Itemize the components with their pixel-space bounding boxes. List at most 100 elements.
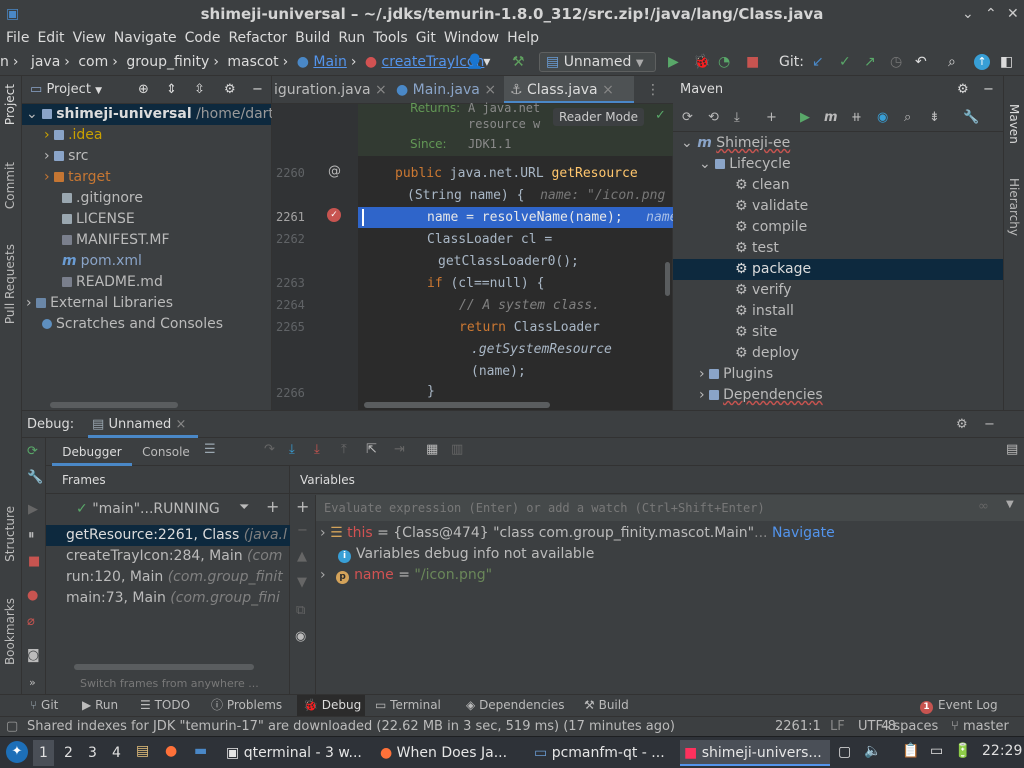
tree-item-idea[interactable]: › .idea (22, 125, 271, 146)
search-icon[interactable]: ⌕ (948, 50, 956, 74)
desktop-icon[interactable]: ▬ (194, 743, 207, 759)
run-to-cursor-icon[interactable]: ⇥ (394, 442, 405, 457)
tree-item-external-libraries[interactable]: › External Libraries (22, 293, 271, 314)
menu-navigate[interactable]: Navigate (110, 28, 181, 48)
reader-mode-button[interactable]: Reader Mode (553, 108, 644, 126)
update-icon[interactable]: ↑ (974, 54, 990, 70)
git-branch[interactable]: ⑂ master (951, 717, 1009, 736)
maven-goal-clean[interactable]: ⚙ clean (673, 175, 1003, 196)
line-separator[interactable]: LF (830, 717, 845, 736)
git-push-icon[interactable]: ↗ (864, 50, 876, 74)
tree-root[interactable]: ⌄ shimeji-universal /home/dartz (22, 104, 281, 125)
power-icon[interactable]: 🔋 (954, 743, 971, 759)
firefox-launcher-icon[interactable]: ● (165, 743, 177, 759)
clipboard-icon[interactable]: 📋 (902, 743, 919, 759)
mute-breakpoints-icon[interactable]: ⌀ (27, 614, 35, 629)
minimize-panel-icon[interactable]: − (252, 76, 263, 104)
menu-view[interactable]: View (69, 28, 110, 48)
close-tab-icon[interactable]: × (602, 82, 614, 98)
menu-edit[interactable]: Edit (33, 28, 68, 48)
status-toggle-icon[interactable]: ▢ (6, 717, 18, 736)
move-up-icon[interactable]: ▲ (297, 549, 307, 564)
project-view-selector[interactable]: Project (46, 82, 90, 97)
tree-item-gitignore[interactable]: .gitignore (22, 188, 271, 209)
frame-row[interactable]: getResource:2261, Class (java.l (46, 525, 290, 546)
collapse-icon[interactable]: ⇟ (929, 104, 940, 132)
step-into-icon[interactable]: ⤓ (289, 442, 295, 457)
run-config-select[interactable]: ▤ Unnamed ▼ (539, 52, 656, 72)
layout-icon[interactable]: ☰ (204, 442, 216, 457)
task-intellij[interactable]: ■ shimeji-univers... (680, 740, 830, 766)
menu-git[interactable]: Git (412, 28, 440, 48)
workspace-2[interactable]: 2 (58, 740, 79, 766)
breadcrumb-item[interactable]: java (31, 50, 60, 74)
tool-tab-pull-requests[interactable]: Pull Requests (3, 244, 17, 324)
maven-lifecycle-row[interactable]: ⌄ Lifecycle (673, 154, 1003, 175)
switch-frames-hint[interactable]: Switch frames from anywhere ... (80, 677, 259, 690)
vertical-scrollbar[interactable] (665, 262, 670, 296)
tool-tab-hierarchy[interactable]: Hierarchy (1007, 178, 1021, 236)
git-commit-icon[interactable]: ✓ (839, 50, 851, 74)
tool-tab-bookmarks[interactable]: Bookmarks (3, 598, 17, 665)
close-tab-icon[interactable]: × (175, 417, 186, 432)
clock[interactable]: 22:29 (982, 743, 1022, 759)
step-out-icon[interactable]: ⤒ (341, 442, 347, 457)
tray-window-icon[interactable]: ▢ (838, 744, 851, 760)
variable-name[interactable]: › p name = "/icon.png" (320, 565, 1024, 586)
tree-item-scratches[interactable]: Scratches and Consoles (22, 314, 271, 335)
frame-row[interactable]: run:120, Main (com.group_finit (46, 567, 290, 588)
view-breakpoints-icon[interactable]: ● (27, 588, 38, 603)
frame-row[interactable]: createTrayIcon:284, Main (com (46, 546, 290, 567)
settings-icon[interactable]: ◧ (1000, 50, 1013, 74)
move-down-icon[interactable]: ▼ (297, 575, 307, 590)
maven-goal-icon[interactable]: m (824, 104, 838, 132)
wrench-icon[interactable]: 🔧 (963, 104, 979, 132)
maven-plugins-row[interactable]: › Plugins (673, 364, 1003, 385)
maven-goal-deploy[interactable]: ⚙ deploy (673, 343, 1003, 364)
inspection-ok-icon[interactable]: ✓ (655, 108, 666, 123)
tree-item-pom[interactable]: m pom.xml (22, 251, 271, 272)
volume-icon[interactable]: 🔈 (864, 743, 881, 759)
tool-tab-debug[interactable]: 🐞 Debug (297, 695, 365, 716)
caret-position[interactable]: 2261:1 (775, 717, 821, 736)
tool-tab-problems[interactable]: ⓘ Problems (211, 695, 282, 716)
trace-icon[interactable]: ▥ (451, 442, 463, 457)
menu-file[interactable]: File (2, 28, 33, 48)
watch-glasses-icon[interactable]: ∞ (978, 499, 989, 514)
tool-tab-dependencies[interactable]: ◈ Dependencies (466, 695, 564, 716)
network-icon[interactable]: ▭ (930, 743, 943, 759)
maximize-icon[interactable]: ⌃ (985, 0, 997, 28)
add-icon[interactable]: + (266, 497, 279, 516)
locate-icon[interactable]: ⊕ (138, 76, 149, 104)
force-step-into-icon[interactable]: ⤓ (314, 442, 320, 457)
tool-tab-terminal[interactable]: ▭ Terminal (375, 695, 441, 716)
tree-item-license[interactable]: LICENSE (22, 209, 271, 230)
filter-icon[interactable]: ⏷ (239, 500, 249, 515)
status-message[interactable]: Shared indexes for JDK "temurin-17" are … (27, 717, 675, 736)
thread-select[interactable]: ✓ "main"...RUNNING (52, 498, 248, 520)
start-menu-icon[interactable]: ✦ (6, 741, 28, 763)
maven-goal-site[interactable]: ⚙ site (673, 322, 1003, 343)
maven-goal-verify[interactable]: ⚙ verify (673, 280, 1003, 301)
history-icon[interactable]: ◷ (890, 50, 902, 74)
override-marker-icon[interactable]: @ (328, 164, 341, 179)
minimize-panel-icon[interactable]: − (984, 411, 995, 438)
workspace-1[interactable]: 1 (33, 740, 54, 766)
navigate-link[interactable]: Navigate (772, 525, 835, 541)
editor-tab-class[interactable]: ⚓ Class.java × (504, 76, 634, 103)
collapse-all-icon[interactable]: ⇕ (166, 76, 177, 104)
user-icon[interactable]: 👤▾ (466, 50, 490, 74)
tool-tab-build[interactable]: ⚒ Build (584, 695, 629, 716)
menu-code[interactable]: Code (181, 28, 225, 48)
tool-tab-commit[interactable]: Commit (3, 162, 17, 209)
menu-refactor[interactable]: Refactor (224, 28, 291, 48)
stop-icon[interactable]: ■ (28, 554, 40, 569)
minimize-icon[interactable]: ⌄ (962, 0, 974, 28)
maven-goal-install[interactable]: ⚙ install (673, 301, 1003, 322)
workspace-4[interactable]: 4 (106, 740, 127, 766)
evaluate-icon[interactable]: ▦ (426, 442, 438, 457)
tree-item-manifest[interactable]: MANIFEST.MF (22, 230, 271, 251)
tool-tab-git[interactable]: ⑂ Git (30, 695, 58, 716)
maven-goal-package[interactable]: ⚙ package (673, 259, 1003, 280)
menu-build[interactable]: Build (291, 28, 334, 48)
